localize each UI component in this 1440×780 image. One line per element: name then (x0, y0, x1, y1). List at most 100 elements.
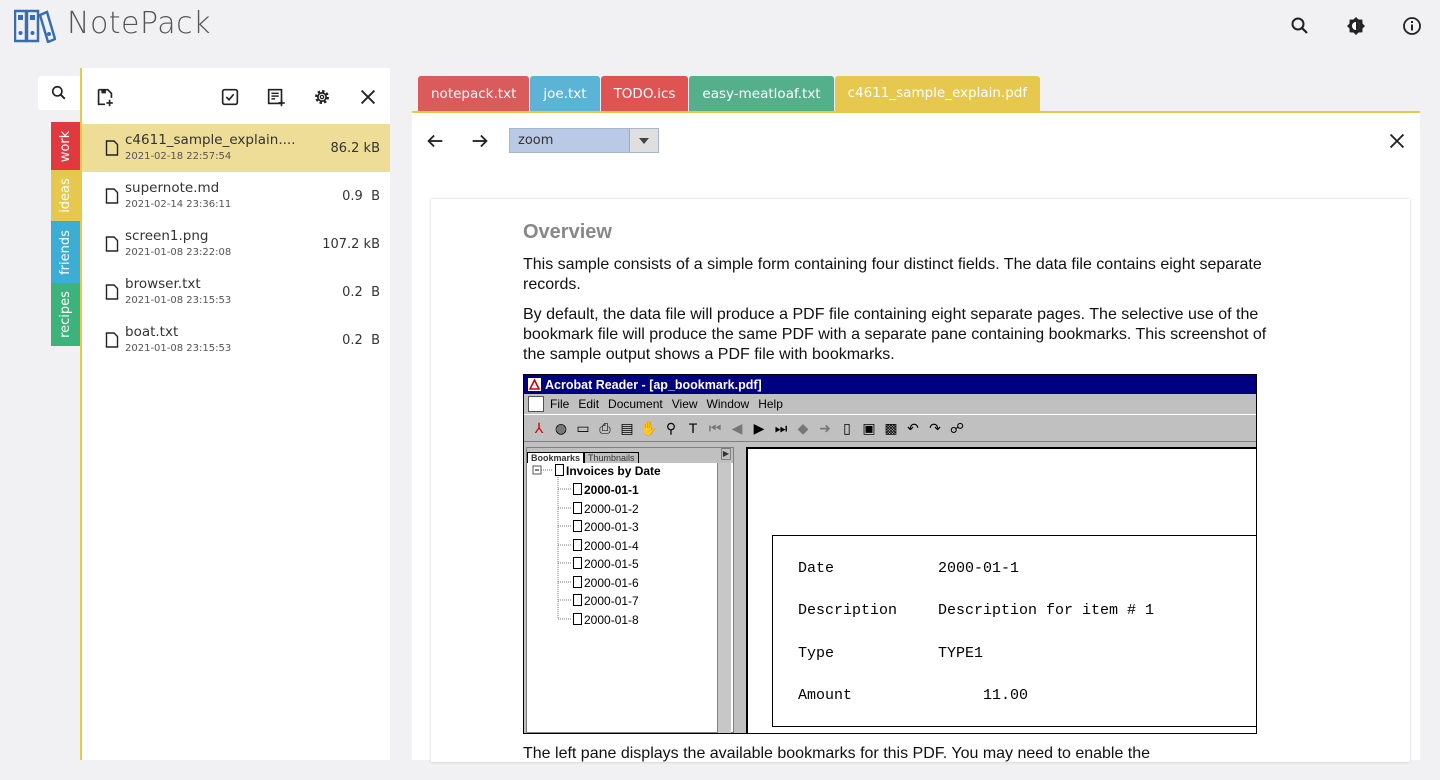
new-note-icon[interactable] (94, 86, 116, 108)
file-icon (105, 284, 119, 300)
tab-notepack[interactable]: notepack.txt (418, 76, 530, 111)
fit-page-icon: ▣ (862, 419, 876, 436)
print-icon: ⎙ (599, 419, 611, 436)
back-arrow-icon[interactable] (424, 130, 446, 152)
tab-todo[interactable]: TODO.ics (600, 76, 689, 111)
document-icon (528, 396, 544, 412)
acrobat-toolbar: ⅄ ◍ ▭ ⎙ ▤ ✋ ⚲ T ⏮ ◀ ▶ ⏭ ◆ ➜ ▯ ▣ ▩ ↶ ↷ ☍ (524, 414, 1256, 442)
close-viewer-icon[interactable] (1386, 130, 1408, 152)
tab-bar: notepack.txt joe.txt TODO.ics easy-meatl… (418, 76, 1041, 111)
file-name: screen1.png (125, 228, 209, 244)
tab-c4611-sample[interactable]: c4611_sample_explain.pdf (834, 76, 1041, 111)
bookmark-item: 2000-01-2 (573, 502, 639, 516)
zoom-select-value: zoom (518, 133, 554, 148)
next-page-icon: ▶ (753, 419, 765, 436)
acrobat-logo-icon: ⅄ (534, 419, 544, 436)
file-row[interactable]: c4611_sample_explain.... 2021-02-18 22:5… (82, 124, 390, 172)
search-icon (51, 85, 66, 100)
brightness-icon[interactable] (1344, 14, 1368, 38)
file-row[interactable]: supernote.md 2021-02-14 23:36:11 0.9 B (82, 172, 390, 220)
tag-ideas[interactable]: ideas (51, 170, 80, 221)
forward-arrow-icon[interactable] (469, 130, 491, 152)
add-list-icon[interactable] (265, 86, 287, 108)
tab-joe[interactable]: joe.txt (530, 76, 600, 111)
acrobat-title-bar: Acrobat Reader - [ap_bookmark.pdf] (524, 375, 1256, 394)
top-bar: NotePack (0, 0, 1440, 52)
bookmarks-scrollbar (717, 463, 731, 733)
search-icon[interactable] (1288, 14, 1312, 38)
file-date: 2021-02-14 23:36:11 (125, 199, 232, 210)
rotate-left-icon: ↶ (907, 419, 919, 436)
hand-tool-icon: ✋ (640, 419, 658, 436)
acrobat-menu: File Edit Document View Window Help (524, 394, 1256, 414)
file-icon (105, 140, 119, 156)
app-title: NotePack (67, 6, 212, 41)
file-name: c4611_sample_explain.... (125, 132, 296, 148)
file-date: 2021-01-08 23:22:08 (125, 247, 232, 258)
bookmark-item: 2000-01-4 (573, 539, 639, 553)
file-icon (105, 188, 119, 204)
bookmark-item: 2000-01-6 (573, 576, 639, 590)
tag-work[interactable]: work (51, 122, 80, 170)
tag-recipes[interactable]: recipes (51, 283, 80, 346)
go-forward-icon: ➜ (819, 419, 831, 436)
file-name: boat.txt (125, 324, 179, 340)
first-page-icon: ⏮ (708, 419, 722, 436)
file-icon (105, 332, 119, 348)
file-size: 0.2 B (342, 285, 380, 300)
file-row[interactable]: boat.txt 2021-01-08 23:15:53 0.2 B (82, 316, 390, 364)
file-size: 107.2 kB (322, 237, 380, 252)
find-binoculars-icon: ☍ (949, 419, 965, 436)
bookmark-root: Invoices by Date (555, 464, 661, 478)
file-row[interactable]: browser.txt 2021-01-08 23:15:53 0.2 B (82, 268, 390, 316)
doc-paragraph: By default, the data file will produce a… (523, 306, 1267, 363)
open-folder-icon: ▭ (576, 419, 590, 436)
chevron-down-icon (629, 129, 658, 152)
file-size: 0.9 B (342, 189, 380, 204)
doc-paragraph: The left pane displays the available boo… (523, 745, 1151, 762)
bookmark-item: 2000-01-1 (573, 483, 639, 497)
page-view-icon: ▤ (620, 419, 634, 436)
zoom-select[interactable]: zoom (509, 128, 659, 153)
bookmark-item: 2000-01-8 (573, 613, 639, 627)
file-row[interactable]: screen1.png 2021-01-08 23:22:08 107.2 kB (82, 220, 390, 268)
tab-easy-meatloaf[interactable]: easy-meatloaf.txt (689, 76, 834, 111)
bookmark-item: 2000-01-5 (573, 557, 639, 571)
notepack-logo-icon (14, 9, 56, 43)
file-date: 2021-01-08 23:15:53 (125, 343, 232, 354)
file-name: browser.txt (125, 276, 201, 292)
bookmark-item: 2000-01-7 (573, 594, 639, 608)
zoom-tool-icon: ⚲ (665, 419, 677, 436)
globe-icon: ◍ (554, 419, 568, 436)
pane-arrow-icon: ▶ (721, 448, 731, 460)
settings-gear-icon[interactable] (311, 86, 333, 108)
file-date: 2021-01-08 23:15:53 (125, 295, 232, 306)
file-list: c4611_sample_explain.... 2021-02-18 22:5… (82, 124, 390, 364)
fit-width-icon: ▩ (884, 419, 898, 436)
document-viewer: zoom Overview This sample consists of a … (412, 111, 1420, 762)
file-icon (105, 236, 119, 252)
select-checkbox-icon[interactable] (219, 86, 241, 108)
rotate-right-icon: ↷ (929, 419, 941, 436)
last-page-icon: ⏭ (774, 419, 788, 436)
viewer-toolbar: zoom (412, 113, 1420, 169)
close-panel-icon[interactable] (357, 86, 379, 108)
pdf-page: Overview This sample consists of a simpl… (431, 199, 1410, 762)
tag-friends[interactable]: friends (51, 221, 80, 283)
text-select-icon: T (688, 420, 698, 436)
tag-search-button[interactable] (38, 76, 80, 110)
acrobat-document-area: Date 2000-01-1 Description Description f… (746, 447, 1256, 733)
file-panel: c4611_sample_explain.... 2021-02-18 22:5… (80, 68, 390, 760)
prev-page-icon: ◀ (731, 419, 743, 436)
doc-heading: Overview (523, 221, 612, 243)
actual-size-icon: ▯ (843, 419, 851, 436)
info-icon[interactable] (1400, 14, 1424, 38)
go-back-icon: ◆ (797, 419, 809, 436)
file-size: 0.2 B (342, 333, 380, 348)
file-date: 2021-02-18 22:57:54 (125, 151, 232, 162)
tag-list: work ideas friends recipes (51, 122, 80, 346)
bookmarks-pane: Bookmarks Thumbnails Invoices by Date 20… (526, 447, 734, 733)
acrobat-app-icon (528, 378, 541, 391)
invoice-fields: Date 2000-01-1 Description Description f… (772, 535, 1256, 727)
bookmark-item: 2000-01-3 (573, 520, 639, 534)
